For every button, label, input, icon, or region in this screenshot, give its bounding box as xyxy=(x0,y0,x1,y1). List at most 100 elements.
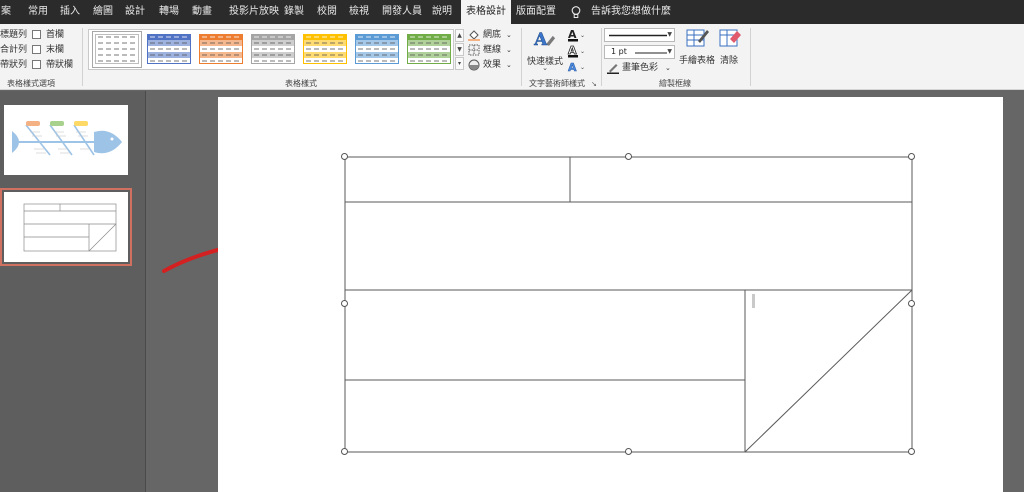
pen-weight-dropdown[interactable]: 1 pt ▼ xyxy=(604,45,675,59)
gallery-more[interactable]: ▾ xyxy=(455,57,464,70)
svg-text:⌄: ⌄ xyxy=(580,32,585,39)
effects-icon xyxy=(468,59,480,71)
tab-layout[interactable]: 版面配置 xyxy=(514,0,558,24)
tab-help[interactable]: 說明 xyxy=(428,0,456,24)
paint-bucket-icon xyxy=(468,30,480,41)
table-style-preview xyxy=(95,34,139,64)
pen-weight-line xyxy=(635,52,667,54)
option-banded-rows[interactable]: 帶狀列 xyxy=(0,59,27,71)
table-style-green[interactable] xyxy=(407,34,451,65)
gallery-scroll: ▲ ▼ ▾ xyxy=(455,29,464,70)
chevron-down-icon: ⌄ xyxy=(506,46,512,54)
wordart-dialog-launcher[interactable]: ↘ xyxy=(591,80,597,88)
pen-style-line xyxy=(609,34,667,37)
chevron-down-icon: ⌄ xyxy=(542,64,548,72)
tab-animations[interactable]: 動畫 xyxy=(188,0,216,24)
group-label-wordart: 文字藝術師樣式 xyxy=(529,79,585,88)
tell-me-text: 告訴我您想做什麼 xyxy=(591,6,671,17)
resize-handle-top-left[interactable] xyxy=(341,153,348,160)
effects-button[interactable]: 效果 ⌄ xyxy=(468,58,514,72)
group-separator xyxy=(750,28,751,86)
checkbox[interactable] xyxy=(32,45,41,54)
table-style-gray[interactable] xyxy=(251,34,295,65)
table-grid[interactable] xyxy=(218,97,1003,492)
borders-button[interactable]: 框線 ⌄ xyxy=(468,43,514,57)
chevron-down-icon: ▼ xyxy=(667,48,672,55)
eraser-button[interactable]: 清除 xyxy=(716,27,742,71)
quick-styles-button[interactable]: A 快速樣式 ⌄ xyxy=(527,27,563,75)
pen-color-button[interactable]: 畫筆色彩 ⌄ xyxy=(607,61,673,75)
chevron-down-icon: ▼ xyxy=(667,31,672,38)
checkbox[interactable] xyxy=(32,30,41,39)
gallery-scroll-down[interactable]: ▼ xyxy=(455,43,464,56)
tab-view[interactable]: 檢視 xyxy=(345,0,373,24)
resize-handle-top-right[interactable] xyxy=(908,153,915,160)
svg-text:⌄: ⌄ xyxy=(580,64,585,71)
tab-insert[interactable]: 插入 xyxy=(56,0,84,24)
shading-button[interactable]: 網底 ⌄ xyxy=(468,28,514,42)
wordart-a-icon: A xyxy=(533,30,556,50)
option-banded-columns[interactable]: 帶狀欄 xyxy=(32,59,80,71)
fishbone-diagram-preview xyxy=(12,121,122,156)
gallery-scroll-up[interactable]: ▲ xyxy=(455,29,464,42)
tab-home[interactable]: 常用 xyxy=(24,0,52,24)
svg-text:A: A xyxy=(533,30,548,50)
group-label-draw-borders: 繪製框線 xyxy=(659,79,691,88)
pen-style-dropdown[interactable]: ▼ xyxy=(604,28,675,42)
table-style-preview xyxy=(407,34,451,64)
pen-icon xyxy=(607,64,619,74)
resize-handle-bottom-right[interactable] xyxy=(908,448,915,455)
text-outline-button[interactable]: A ⌄ xyxy=(567,43,585,58)
table-style-plain[interactable] xyxy=(92,31,142,68)
text-effects-button[interactable]: A ⌄ xyxy=(567,59,585,75)
text-outline-icon: A ⌄ xyxy=(568,44,585,58)
resize-handle-bottom-left[interactable] xyxy=(341,448,348,455)
svg-text:⌄: ⌄ xyxy=(580,48,585,55)
table-style-preview xyxy=(251,34,295,64)
eraser-icon xyxy=(719,29,741,47)
tab-slideshow[interactable]: 投影片放映 xyxy=(222,0,286,24)
text-fill-icon: A ⌄ xyxy=(568,28,585,42)
table-style-preview xyxy=(199,34,243,64)
table-slide-preview xyxy=(23,203,117,252)
tab-review[interactable]: 校閱 xyxy=(313,0,341,24)
chevron-down-icon: ⌄ xyxy=(506,31,512,39)
text-fill-button[interactable]: A ⌄ xyxy=(567,27,585,42)
table-style-lightblue[interactable] xyxy=(355,34,399,65)
table-style-preview xyxy=(147,34,191,64)
option-last-column[interactable]: 末欄 xyxy=(32,44,72,56)
table-style-gold[interactable] xyxy=(303,34,347,65)
table-style-blue[interactable] xyxy=(147,34,191,65)
resize-handle-top-middle[interactable] xyxy=(625,153,632,160)
tab-transitions[interactable]: 轉場 xyxy=(155,0,183,24)
group-label-style-options: 表格樣式選項 xyxy=(7,79,55,88)
resize-handle-middle-left[interactable] xyxy=(341,300,348,307)
draw-table-icon xyxy=(686,29,709,47)
ribbon-tab-bar: 案 常用 插入 繪圖 設計 轉場 動畫 投影片放映 錄製 校閱 檢視 開發人員 … xyxy=(0,0,1024,24)
table-style-preview xyxy=(355,34,399,64)
option-total-row[interactable]: 合計列 xyxy=(0,44,27,56)
tab-table-design[interactable]: 表格設計 xyxy=(461,0,511,24)
chevron-down-icon: ⌄ xyxy=(665,64,671,72)
tab-record[interactable]: 錄製 xyxy=(280,0,308,24)
tab-developer[interactable]: 開發人員 xyxy=(380,0,424,24)
slide-canvas[interactable] xyxy=(218,97,1003,492)
lightbulb-icon xyxy=(571,6,581,18)
resize-handle-bottom-middle[interactable] xyxy=(625,448,632,455)
checkbox[interactable] xyxy=(32,60,41,69)
tab-draw[interactable]: 繪圖 xyxy=(89,0,117,24)
draw-table-button[interactable]: 手繪表格 xyxy=(679,27,715,71)
borders-icon xyxy=(468,44,480,56)
tab-file[interactable]: 案 xyxy=(0,0,12,24)
group-label-table-styles: 表格樣式 xyxy=(285,79,317,88)
tab-design[interactable]: 設計 xyxy=(121,0,149,24)
table-style-orange[interactable] xyxy=(199,34,243,65)
slide-thumbnail-2[interactable] xyxy=(0,188,132,266)
option-first-column[interactable]: 首欄 xyxy=(32,29,72,41)
slide-thumbnail-1[interactable] xyxy=(4,105,128,175)
text-effects-icon: A ⌄ xyxy=(568,61,585,75)
svg-text:A: A xyxy=(568,61,577,74)
option-header-row[interactable]: 標題列 xyxy=(0,29,27,41)
resize-handle-middle-right[interactable] xyxy=(908,300,915,307)
table-style-preview xyxy=(303,34,347,64)
